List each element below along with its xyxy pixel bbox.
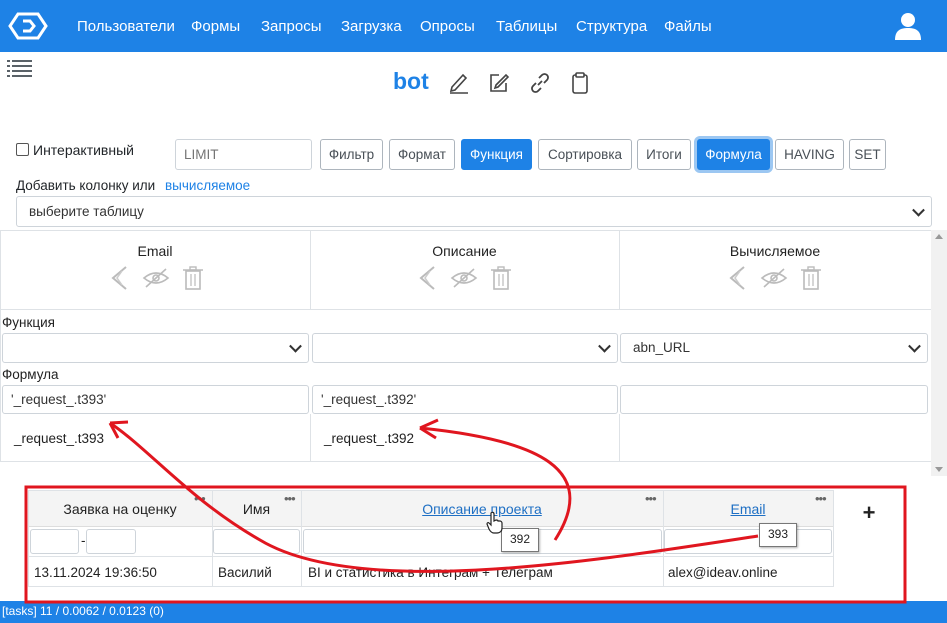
tooltip-393: 393 (759, 523, 797, 547)
annotation-overlay (24, 418, 907, 604)
hand-cursor-icon (486, 511, 503, 534)
arrow-email-line (109, 421, 759, 573)
tooltip-392: 392 (501, 528, 539, 552)
